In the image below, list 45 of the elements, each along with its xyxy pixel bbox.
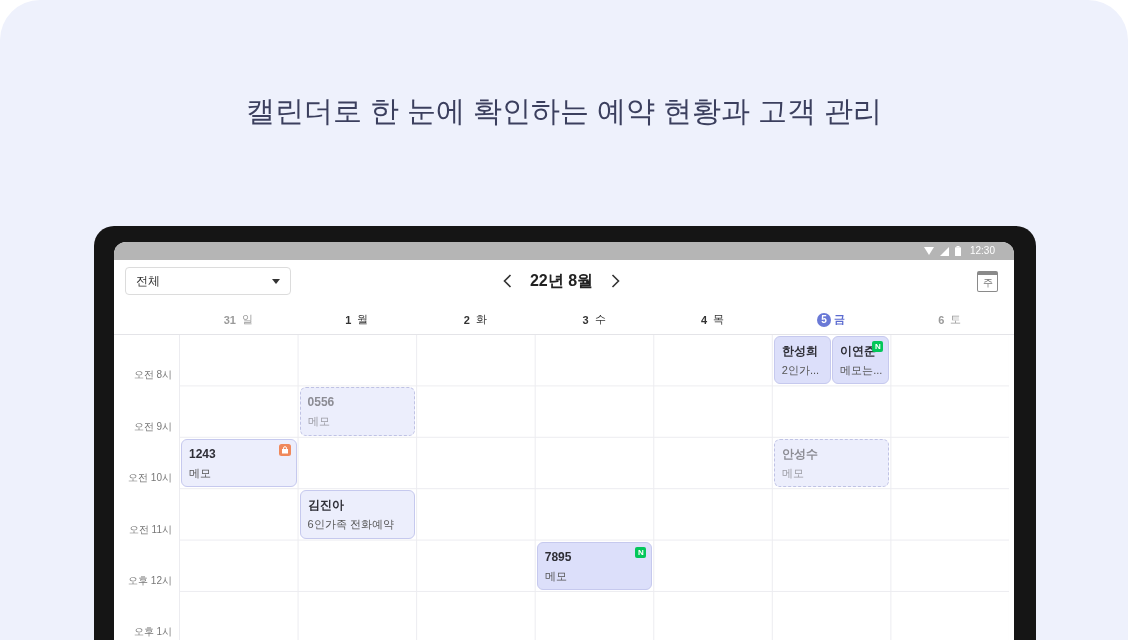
day-header-label: 6 토 bbox=[938, 312, 962, 327]
headline: 캘린더로 한 눈에 확인하는 예약 현황과 고객 관리 bbox=[245, 94, 883, 129]
time-label: 오전 9시 bbox=[133, 420, 172, 433]
day-header-label: 4 목 bbox=[701, 312, 725, 327]
week-view-button[interactable]: 주 bbox=[977, 271, 998, 292]
caret-icon bbox=[272, 278, 280, 284]
signal-icon bbox=[939, 246, 949, 256]
time-label: 오후 1시 bbox=[133, 626, 172, 639]
memo-text: 6인가족 전화예약 bbox=[307, 517, 394, 533]
day-header-label: 1 월 bbox=[345, 312, 369, 327]
time-label: 오후 12시 bbox=[128, 574, 172, 587]
reservation-name: 1243 bbox=[189, 445, 216, 463]
battery-icon bbox=[954, 246, 961, 256]
next-month-button[interactable] bbox=[611, 274, 621, 288]
day-header-label: 31 일 bbox=[223, 312, 253, 327]
reservation-card[interactable]: 김진아 6인가족 전화예약 bbox=[299, 490, 416, 539]
month-title: 22년 8월 bbox=[529, 270, 594, 291]
memo-text: 2인가... bbox=[781, 363, 820, 378]
reservation-card[interactable]: 한성희 2인가... bbox=[773, 336, 832, 385]
wifi-icon bbox=[923, 247, 934, 255]
time-label: 오전 10시 bbox=[128, 472, 172, 485]
day-header-label: 3 수 bbox=[582, 312, 606, 327]
day-header-label: 2 화 bbox=[463, 312, 487, 327]
chevron-right-icon bbox=[611, 274, 621, 288]
filter-dropdown[interactable]: 전체 bbox=[125, 267, 291, 295]
memo-text: 메모 bbox=[307, 414, 330, 430]
time-label: 오전 11시 bbox=[128, 523, 172, 536]
lock-icon bbox=[278, 443, 291, 456]
memo-text: 메모 bbox=[544, 568, 567, 584]
chevron-left-icon bbox=[502, 274, 512, 288]
reservation-card[interactable]: 7895 메모 N bbox=[536, 541, 653, 590]
status-time: 12:30 bbox=[969, 245, 995, 257]
previous-month-button[interactable] bbox=[502, 274, 512, 288]
booking-source-badge: N bbox=[872, 341, 884, 352]
reservation-name: 한성희 bbox=[781, 343, 818, 360]
booking-source-badge: N bbox=[635, 546, 647, 558]
reservation-name: 7895 bbox=[544, 548, 572, 566]
reservation-name: 김진아 bbox=[307, 497, 344, 515]
time-label: 오전 8시 bbox=[133, 369, 172, 382]
day-header-label: 5 금 bbox=[817, 312, 846, 327]
reservation-name: 0556 bbox=[307, 394, 335, 412]
memo-text: 메모 bbox=[189, 465, 211, 481]
memo-text: 메모 bbox=[781, 465, 804, 481]
reservation-name: 안성수 bbox=[781, 445, 818, 463]
reservation-card[interactable]: 1243 메모 bbox=[181, 438, 297, 488]
